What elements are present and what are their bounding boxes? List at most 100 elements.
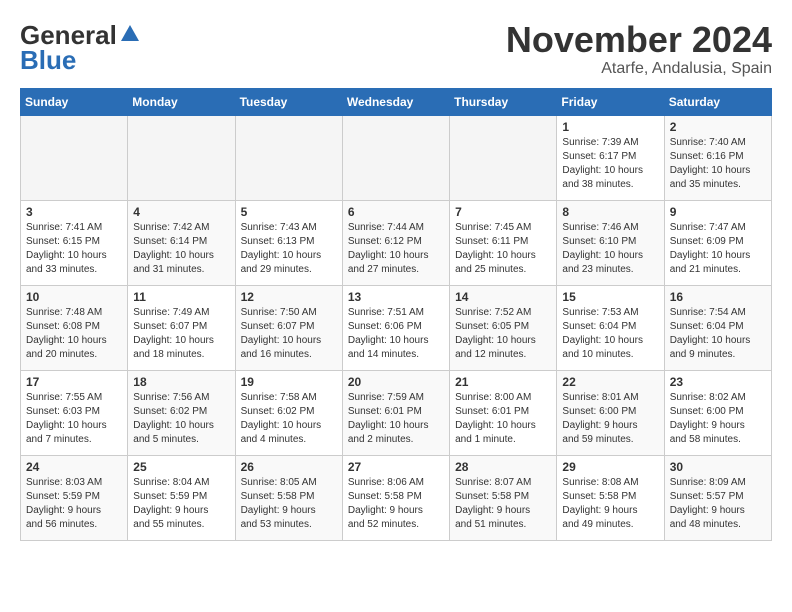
day-number: 5 xyxy=(241,205,337,219)
cell-content: Sunrise: 8:04 AM Sunset: 5:59 PM Dayligh… xyxy=(133,476,229,532)
cell-content: Sunrise: 7:49 AM Sunset: 6:07 PM Dayligh… xyxy=(133,306,229,362)
day-number: 1 xyxy=(562,120,658,134)
calendar-cell: 1 Sunrise: 7:39 AM Sunset: 6:17 PM Daylig… xyxy=(557,115,664,200)
week-row-5: 24 Sunrise: 8:03 AM Sunset: 5:59 PM Dayli… xyxy=(21,455,772,540)
day-number: 9 xyxy=(670,205,766,219)
calendar-cell: 6 Sunrise: 7:44 AM Sunset: 6:12 PM Daylig… xyxy=(342,200,449,285)
cell-content: Sunrise: 7:41 AM Sunset: 6:15 PM Dayligh… xyxy=(26,221,122,277)
calendar-cell: 25 Sunrise: 8:04 AM Sunset: 5:59 PM Dayli… xyxy=(128,455,235,540)
calendar-cell: 26Sunrise: 8:05 AM Sunset: 5:58 PM Dayli… xyxy=(235,455,342,540)
location: Atarfe, Andalusia, Spain xyxy=(506,60,772,78)
day-number: 22 xyxy=(562,375,658,389)
calendar-cell: 5 Sunrise: 7:43 AM Sunset: 6:13 PM Daylig… xyxy=(235,200,342,285)
calendar-cell: 30Sunrise: 8:09 AM Sunset: 5:57 PM Dayli… xyxy=(664,455,771,540)
calendar-cell: 27 Sunrise: 8:06 AM Sunset: 5:58 PM Dayli… xyxy=(342,455,449,540)
calendar-cell xyxy=(235,115,342,200)
cell-content: Sunrise: 7:58 AM Sunset: 6:02 PM Dayligh… xyxy=(241,391,337,447)
cell-content: Sunrise: 7:40 AM Sunset: 6:16 PM Dayligh… xyxy=(670,136,766,192)
cell-content: Sunrise: 7:47 AM Sunset: 6:09 PM Dayligh… xyxy=(670,221,766,277)
calendar-cell: 23 Sunrise: 8:02 AM Sunset: 6:00 PM Dayli… xyxy=(664,370,771,455)
cell-content: Sunrise: 7:59 AM Sunset: 6:01 PM Dayligh… xyxy=(348,391,444,447)
cell-content: Sunrise: 7:54 AM Sunset: 6:04 PM Dayligh… xyxy=(670,306,766,362)
cell-content: Sunrise: 7:45 AM Sunset: 6:11 PM Dayligh… xyxy=(455,221,551,277)
cell-content: Sunrise: 8:09 AM Sunset: 5:57 PM Dayligh… xyxy=(670,476,766,532)
cell-content: Sunrise: 7:42 AM Sunset: 6:14 PM Dayligh… xyxy=(133,221,229,277)
calendar-cell: 7Sunrise: 7:45 AM Sunset: 6:11 PM Daylig… xyxy=(450,200,557,285)
calendar-cell: 13 Sunrise: 7:51 AM Sunset: 6:06 PM Dayli… xyxy=(342,285,449,370)
calendar-cell xyxy=(128,115,235,200)
calendar-cell: 22 Sunrise: 8:01 AM Sunset: 6:00 PM Dayli… xyxy=(557,370,664,455)
cell-content: Sunrise: 7:39 AM Sunset: 6:17 PM Dayligh… xyxy=(562,136,658,192)
day-number: 14 xyxy=(455,290,551,304)
cell-content: Sunrise: 7:55 AM Sunset: 6:03 PM Dayligh… xyxy=(26,391,122,447)
calendar-cell: 12 Sunrise: 7:50 AM Sunset: 6:07 PM Dayli… xyxy=(235,285,342,370)
col-header-thursday: Thursday xyxy=(450,88,557,115)
day-number: 23 xyxy=(670,375,766,389)
cell-content: Sunrise: 8:06 AM Sunset: 5:58 PM Dayligh… xyxy=(348,476,444,532)
cell-content: Sunrise: 7:56 AM Sunset: 6:02 PM Dayligh… xyxy=(133,391,229,447)
day-number: 8 xyxy=(562,205,658,219)
calendar-cell: 10Sunrise: 7:48 AM Sunset: 6:08 PM Dayli… xyxy=(21,285,128,370)
calendar-cell: 18 Sunrise: 7:56 AM Sunset: 6:02 PM Dayli… xyxy=(128,370,235,455)
day-number: 12 xyxy=(241,290,337,304)
day-number: 11 xyxy=(133,290,229,304)
cell-content: Sunrise: 7:43 AM Sunset: 6:13 PM Dayligh… xyxy=(241,221,337,277)
calendar-cell: 28Sunrise: 8:07 AM Sunset: 5:58 PM Dayli… xyxy=(450,455,557,540)
col-header-wednesday: Wednesday xyxy=(342,88,449,115)
calendar-cell: 11 Sunrise: 7:49 AM Sunset: 6:07 PM Dayli… xyxy=(128,285,235,370)
logo-icon xyxy=(119,23,141,45)
week-row-4: 17 Sunrise: 7:55 AM Sunset: 6:03 PM Dayli… xyxy=(21,370,772,455)
day-number: 2 xyxy=(670,120,766,134)
day-number: 18 xyxy=(133,375,229,389)
day-number: 28 xyxy=(455,460,551,474)
calendar-cell: 9 Sunrise: 7:47 AM Sunset: 6:09 PM Daylig… xyxy=(664,200,771,285)
day-number: 25 xyxy=(133,460,229,474)
cell-content: Sunrise: 7:50 AM Sunset: 6:07 PM Dayligh… xyxy=(241,306,337,362)
col-header-monday: Monday xyxy=(128,88,235,115)
logo: General Blue xyxy=(20,20,141,76)
day-number: 3 xyxy=(26,205,122,219)
day-number: 21 xyxy=(455,375,551,389)
cell-content: Sunrise: 7:52 AM Sunset: 6:05 PM Dayligh… xyxy=(455,306,551,362)
day-number: 27 xyxy=(348,460,444,474)
calendar-cell xyxy=(342,115,449,200)
day-number: 20 xyxy=(348,375,444,389)
day-number: 17 xyxy=(26,375,122,389)
cell-content: Sunrise: 7:48 AM Sunset: 6:08 PM Dayligh… xyxy=(26,306,122,362)
calendar-cell: 29Sunrise: 8:08 AM Sunset: 5:58 PM Dayli… xyxy=(557,455,664,540)
cell-content: Sunrise: 7:53 AM Sunset: 6:04 PM Dayligh… xyxy=(562,306,658,362)
logo-blue: Blue xyxy=(20,45,76,76)
day-number: 6 xyxy=(348,205,444,219)
cell-content: Sunrise: 8:00 AM Sunset: 6:01 PM Dayligh… xyxy=(455,391,551,447)
calendar-cell: 2 Sunrise: 7:40 AM Sunset: 6:16 PM Daylig… xyxy=(664,115,771,200)
col-header-sunday: Sunday xyxy=(21,88,128,115)
title-block: November 2024 Atarfe, Andalusia, Spain xyxy=(506,20,772,78)
cell-content: Sunrise: 8:05 AM Sunset: 5:58 PM Dayligh… xyxy=(241,476,337,532)
page-header: General Blue November 2024 Atarfe, Andal… xyxy=(20,20,772,78)
calendar-cell xyxy=(21,115,128,200)
week-row-1: 1 Sunrise: 7:39 AM Sunset: 6:17 PM Daylig… xyxy=(21,115,772,200)
calendar-cell: 16 Sunrise: 7:54 AM Sunset: 6:04 PM Dayli… xyxy=(664,285,771,370)
month-title: November 2024 xyxy=(506,20,772,60)
calendar-cell: 14 Sunrise: 7:52 AM Sunset: 6:05 PM Dayli… xyxy=(450,285,557,370)
col-header-saturday: Saturday xyxy=(664,88,771,115)
week-row-2: 3 Sunrise: 7:41 AM Sunset: 6:15 PM Daylig… xyxy=(21,200,772,285)
cell-content: Sunrise: 8:02 AM Sunset: 6:00 PM Dayligh… xyxy=(670,391,766,447)
calendar-cell: 3 Sunrise: 7:41 AM Sunset: 6:15 PM Daylig… xyxy=(21,200,128,285)
calendar-cell: 20 Sunrise: 7:59 AM Sunset: 6:01 PM Dayli… xyxy=(342,370,449,455)
cell-content: Sunrise: 8:01 AM Sunset: 6:00 PM Dayligh… xyxy=(562,391,658,447)
day-number: 15 xyxy=(562,290,658,304)
col-header-friday: Friday xyxy=(557,88,664,115)
day-number: 19 xyxy=(241,375,337,389)
calendar-cell: 17 Sunrise: 7:55 AM Sunset: 6:03 PM Dayli… xyxy=(21,370,128,455)
cell-content: Sunrise: 8:03 AM Sunset: 5:59 PM Dayligh… xyxy=(26,476,122,532)
day-number: 13 xyxy=(348,290,444,304)
calendar-table: SundayMondayTuesdayWednesdayThursdayFrid… xyxy=(20,88,772,541)
day-number: 16 xyxy=(670,290,766,304)
cell-content: Sunrise: 8:08 AM Sunset: 5:58 PM Dayligh… xyxy=(562,476,658,532)
cell-content: Sunrise: 7:44 AM Sunset: 6:12 PM Dayligh… xyxy=(348,221,444,277)
week-row-3: 10Sunrise: 7:48 AM Sunset: 6:08 PM Dayli… xyxy=(21,285,772,370)
cell-content: Sunrise: 7:51 AM Sunset: 6:06 PM Dayligh… xyxy=(348,306,444,362)
calendar-cell: 8Sunrise: 7:46 AM Sunset: 6:10 PM Daylig… xyxy=(557,200,664,285)
day-number: 24 xyxy=(26,460,122,474)
